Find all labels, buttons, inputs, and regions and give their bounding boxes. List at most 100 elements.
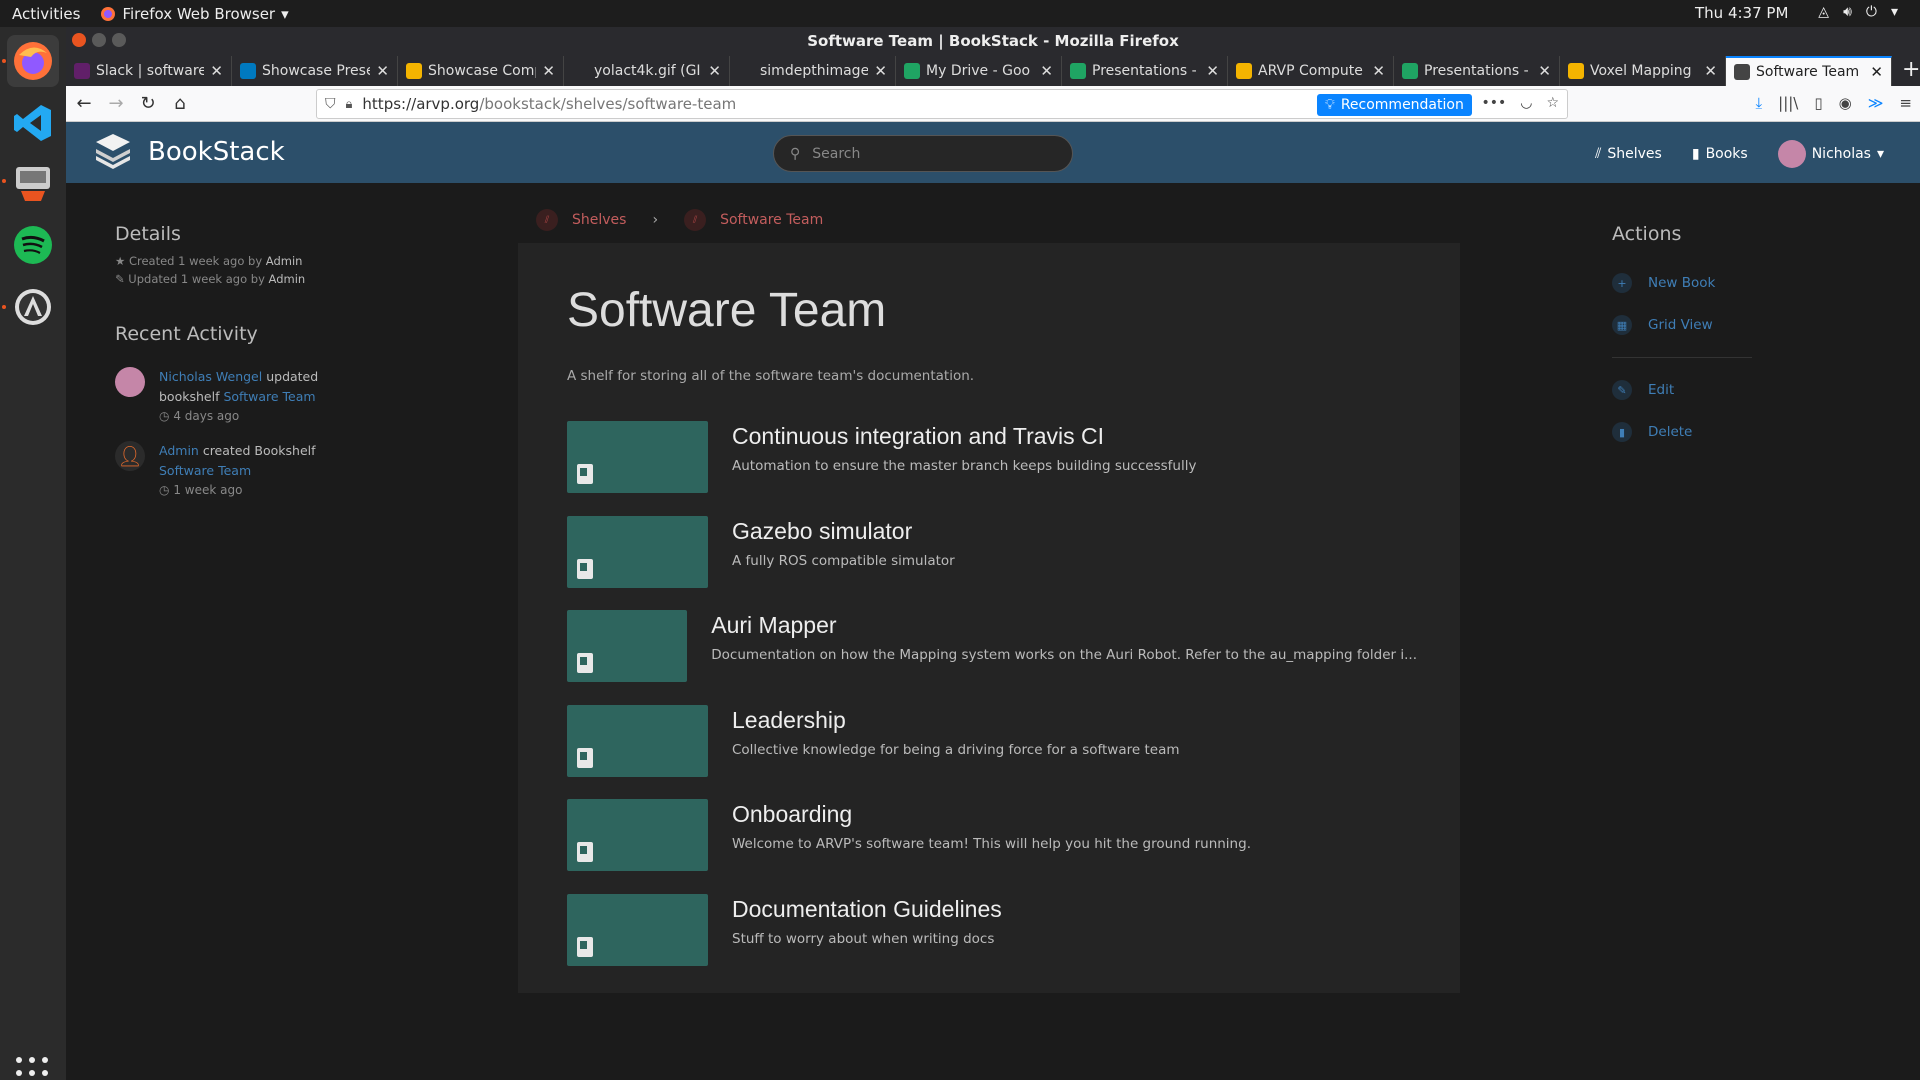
updated-by: Admin (268, 272, 306, 286)
book-title[interactable]: Leadership (732, 707, 1180, 734)
lock-icon[interactable]: 🔒︎ (346, 97, 353, 112)
clock-icon: ◷ (159, 483, 170, 497)
account-icon[interactable]: ◉ (1839, 94, 1852, 112)
book-cover[interactable] (567, 610, 688, 682)
extension-icon[interactable]: ≫ (1868, 94, 1884, 112)
downloads-icon[interactable]: ⤓ (1756, 94, 1763, 112)
breadcrumb-shelves[interactable]: ⫽ Shelves (536, 209, 626, 231)
tab[interactable]: Presentations - ✕ (1394, 56, 1560, 86)
activity-user-link[interactable]: Nicholas Wengel (159, 369, 262, 384)
dock-firefox[interactable] (7, 35, 59, 87)
tab-label: Presentations - (1424, 63, 1529, 79)
drive-icon (904, 63, 920, 79)
grid-view-button[interactable]: ▦ Grid View (1612, 315, 1762, 335)
url-bar[interactable]: ⛉ 🔒︎ https://arvp.org/bookstack/shelves/… (316, 89, 1568, 119)
bookmark-star-icon[interactable]: ☆ (1546, 95, 1559, 111)
show-applications-grid-icon[interactable] (16, 1057, 50, 1080)
book-cover[interactable] (567, 421, 708, 493)
tab[interactable]: Presentations - ✕ (1062, 56, 1228, 86)
spotify-icon (14, 226, 52, 264)
book-title[interactable]: Gazebo simulator (732, 518, 955, 545)
dock-app-store-updater[interactable] (7, 157, 59, 209)
divider (1612, 357, 1752, 358)
delete-button[interactable]: ▮ Delete (1612, 422, 1762, 442)
activity-user-link[interactable]: Admin (159, 443, 199, 458)
menu-icon[interactable]: ≡ (1899, 94, 1912, 112)
tab[interactable]: Voxel Mapping ✕ (1560, 56, 1726, 86)
forward-button[interactable]: → (102, 90, 130, 118)
book-cover[interactable] (567, 515, 708, 588)
edit-button[interactable]: ✎ Edit (1612, 380, 1762, 400)
url-text[interactable]: https://arvp.org/bookstack/shelves/softw… (362, 95, 736, 113)
window-titlebar[interactable]: Software Team | BookStack - Mozilla Fire… (66, 27, 1920, 54)
book-cover[interactable] (567, 893, 708, 966)
url-domain: https://arvp.org (362, 95, 480, 113)
user-menu[interactable]: Nicholas ▾ (1777, 140, 1884, 168)
book-item[interactable]: Documentation Guidelines Stuff to worry a… (567, 893, 1417, 966)
tracking-shield-icon[interactable]: ⛉ (325, 96, 336, 112)
book-item[interactable]: Leadership Collective knowledge for being… (567, 704, 1417, 777)
book-cover[interactable] (567, 799, 708, 871)
tab-close-icon[interactable]: ✕ (210, 62, 223, 80)
tab-close-icon[interactable]: ✕ (1704, 62, 1717, 80)
tab[interactable]: Showcase Comp ✕ (398, 56, 564, 86)
tab[interactable]: ARVP Compute ✕ (1228, 56, 1394, 86)
tab[interactable]: My Drive - Goo ✕ (896, 56, 1062, 86)
tab[interactable]: Software Team ✕ (1726, 56, 1892, 86)
nav-shelves-link[interactable]: ⫽ Shelves (1595, 146, 1662, 162)
pocket-icon[interactable]: ◡ (1520, 95, 1532, 111)
tab-close-icon[interactable]: ✕ (708, 62, 721, 80)
tab[interactable]: Slack | software ✕ (66, 56, 232, 86)
tab-close-icon[interactable]: ✕ (1870, 63, 1883, 81)
activity-target-link[interactable]: Software Team (159, 463, 251, 478)
tab[interactable]: yolact4k.gif (GIF Im ✕ (564, 56, 730, 86)
book-title[interactable]: Documentation Guidelines (732, 896, 1002, 923)
book-item[interactable]: Gazebo simulator A fully ROS compatible s… (567, 515, 1417, 588)
reload-button[interactable]: ↻ (134, 90, 162, 118)
tab[interactable]: Showcase Prese ✕ (232, 56, 398, 86)
book-cover[interactable] (567, 704, 708, 777)
tab-close-icon[interactable]: ✕ (1372, 62, 1385, 80)
tab-close-icon[interactable]: ✕ (542, 62, 555, 80)
new-tab-button[interactable]: + (1892, 56, 1920, 86)
book-item[interactable]: Onboarding Welcome to ARVP's software tea… (567, 799, 1417, 871)
dock-vscode[interactable] (7, 97, 59, 149)
book-item[interactable]: Continuous integration and Travis CI Auto… (567, 421, 1417, 493)
home-button[interactable]: ⌂ (166, 90, 194, 118)
activity-item: 👤︎ Admin created Bookshelf Software Team… (115, 441, 415, 497)
app-menu[interactable]: Firefox Web Browser ▾ (100, 5, 289, 23)
tab-strip: Slack | software ✕ Showcase Prese ✕ Showcase… (66, 54, 1920, 86)
page-actions-icon[interactable]: ••• (1481, 95, 1506, 111)
tab-close-icon[interactable]: ✕ (1206, 62, 1219, 80)
breadcrumb-current[interactable]: ⫽ Software Team (684, 209, 823, 231)
tab[interactable]: simdepthimage.pn ✕ (730, 56, 896, 86)
library-icon[interactable]: |||\ (1778, 94, 1798, 112)
recommendation-button[interactable]: 💡︎ Recommendation (1317, 94, 1472, 116)
trello-icon (240, 63, 256, 79)
url-path: /bookstack/shelves/software-team (479, 95, 737, 113)
wifi-icon: ◬ (1818, 4, 1830, 20)
book-info: Continuous integration and Travis CI Auto… (732, 423, 1196, 493)
tab-close-icon[interactable]: ✕ (1538, 62, 1551, 80)
bookstack-logo[interactable]: BookStack (92, 134, 285, 170)
dock-spotify[interactable] (7, 219, 59, 271)
software-updater-icon (16, 167, 50, 201)
activity-target-link[interactable]: Software Team (223, 389, 315, 404)
system-tray[interactable]: ◬ 🔊︎ ⏻ ▾ (1818, 4, 1898, 20)
tab-close-icon[interactable]: ✕ (1040, 62, 1053, 80)
book-title[interactable]: Onboarding (732, 801, 1251, 828)
book-title[interactable]: Continuous integration and Travis CI (732, 423, 1196, 450)
header-nav: ⫽ Shelves ▮ Books Nicholas ▾ (1595, 140, 1884, 168)
book-title[interactable]: Auri Mapper (711, 612, 1417, 639)
dock-ubuntu-software[interactable] (7, 281, 59, 333)
sidebar-icon[interactable]: ▯ (1814, 94, 1822, 112)
tab-close-icon[interactable]: ✕ (874, 62, 887, 80)
activities-button[interactable]: Activities (12, 5, 80, 23)
nav-books-link[interactable]: ▮ Books (1692, 146, 1748, 162)
new-book-button[interactable]: + New Book (1612, 273, 1762, 293)
clock[interactable]: Thu 4:37 PM (1695, 4, 1788, 22)
tab-close-icon[interactable]: ✕ (376, 62, 389, 80)
book-item[interactable]: Auri Mapper Documentation on how the Mapp… (567, 610, 1417, 682)
back-button[interactable]: ← (70, 90, 98, 118)
search-input[interactable]: ⚲ Search (773, 135, 1073, 172)
